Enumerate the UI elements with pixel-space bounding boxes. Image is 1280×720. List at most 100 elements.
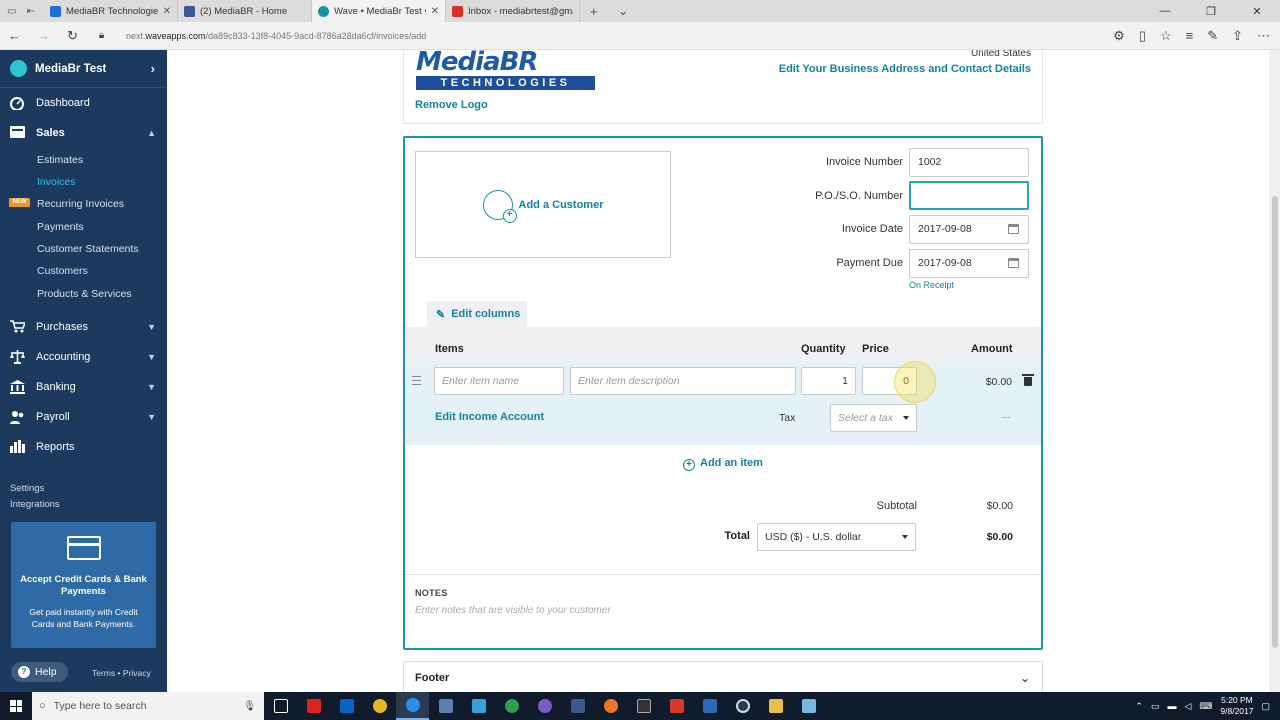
share-icon[interactable]: ⇪	[1232, 28, 1243, 44]
sidebar-item-customers[interactable]: Customers	[37, 265, 88, 277]
task-view-icon[interactable]	[264, 692, 297, 720]
app-icon-3[interactable]	[561, 692, 594, 720]
scale-icon	[10, 350, 27, 364]
invoice-number-field[interactable]: 1002	[909, 148, 1029, 177]
start-button[interactable]	[0, 692, 32, 720]
sidebar-item-customer-statements[interactable]: Customer Statements	[37, 243, 139, 255]
battery-icon[interactable]: ▬	[1167, 701, 1176, 711]
refresh-icon[interactable]: ↻	[58, 28, 87, 44]
chevron-down-icon[interactable]: ⌄	[1020, 671, 1030, 685]
notifications-icon[interactable]: ▢	[1261, 701, 1270, 712]
firefox-icon[interactable]	[594, 692, 627, 720]
column-price: Price	[862, 343, 889, 355]
trash-icon[interactable]	[1022, 374, 1034, 386]
browser-tab-4[interactable]: Inbox - mediabrtest@gmail	[446, 0, 580, 22]
microphone-icon[interactable]: 🎙︎	[243, 701, 256, 712]
viber-icon[interactable]	[528, 692, 561, 720]
browser-tab-2[interactable]: (2) MediaBR - Home	[178, 0, 312, 22]
sidebar-item-purchases[interactable]: Purchases ▼	[0, 312, 167, 342]
scrollbar-thumb[interactable]	[1272, 196, 1278, 648]
integrations-link[interactable]: Integrations	[10, 499, 60, 510]
tab-preview-icon[interactable]: ▭	[7, 6, 16, 17]
browser-tab-3-active[interactable]: Wave • MediaBr Test • In ✕	[312, 0, 446, 22]
tab-list-chevron-icon[interactable]: ⌄	[608, 3, 639, 19]
sidebar-item-dashboard[interactable]: Dashboard	[0, 88, 167, 118]
clock[interactable]: 5:20 PM 9/8/2017	[1220, 695, 1253, 717]
footer-label: Footer	[415, 672, 450, 684]
edit-business-address-link[interactable]: Edit Your Business Address and Contact D…	[779, 63, 1031, 75]
add-item-button[interactable]: + Add an item	[683, 457, 763, 471]
sidebar-item-payments[interactable]: Payments	[37, 221, 84, 233]
payments-promo[interactable]: Accept Credit Cards & Bank Payments Get …	[11, 522, 156, 648]
edit-columns-button[interactable]: ✎ Edit columns	[427, 301, 527, 327]
sidebar-item-sales[interactable]: Sales ▲	[0, 118, 167, 148]
chrome-icon[interactable]	[363, 692, 396, 720]
hub-icon[interactable]: ≡	[1186, 28, 1194, 44]
remote-desktop-icon[interactable]	[693, 692, 726, 720]
sidebar-item-recurring-invoices[interactable]: Recurring Invoices	[37, 198, 124, 210]
new-tab-icon[interactable]: +	[580, 4, 608, 19]
clock-time: 5:20 PM	[1221, 695, 1253, 705]
sidebar-item-invoices[interactable]: Invoices	[37, 176, 76, 188]
hs-app-icon[interactable]	[495, 692, 528, 720]
quantity-input[interactable]: 1	[801, 367, 856, 395]
terminal-icon[interactable]	[627, 692, 660, 720]
keyboard-icon[interactable]: ⌨	[1199, 701, 1212, 712]
app-icon-4[interactable]	[792, 692, 825, 720]
sidebar-item-products-services[interactable]: Products & Services	[37, 288, 132, 300]
help-button[interactable]: ? Help	[11, 662, 68, 682]
po-number-field[interactable]	[909, 181, 1029, 210]
edit-income-account-link[interactable]: Edit Income Account	[435, 411, 544, 423]
download-app-icon[interactable]	[660, 692, 693, 720]
terms-link[interactable]: Terms	[92, 668, 115, 678]
footer-section[interactable]: Footer ⌄	[403, 661, 1043, 692]
tray-chevron-icon[interactable]: ⌃	[1135, 701, 1143, 712]
outlook-icon[interactable]	[330, 692, 363, 720]
web-note-icon[interactable]: ✎	[1207, 28, 1218, 44]
sidebar-item-payroll[interactable]: Payroll ▼	[0, 402, 167, 432]
sidebar-item-banking[interactable]: Banking ▼	[0, 372, 167, 402]
privacy-link[interactable]: Privacy	[123, 668, 151, 678]
dx-app-icon[interactable]	[297, 692, 330, 720]
minimize-icon[interactable]: —	[1142, 5, 1188, 17]
invoice-date-field[interactable]: 2017-09-08	[909, 215, 1029, 244]
item-name-input[interactable]: Enter item name	[434, 367, 564, 395]
reading-view-icon[interactable]: ▯	[1139, 28, 1146, 44]
remove-logo-link[interactable]: Remove Logo	[415, 99, 488, 111]
media-app-icon[interactable]	[726, 692, 759, 720]
restore-icon[interactable]: ❐	[1188, 5, 1234, 18]
notes-input[interactable]: Enter notes that are visible to your cus…	[415, 605, 1015, 616]
line-amount: $0.00	[985, 376, 1012, 388]
calendar-icon[interactable]	[1008, 224, 1019, 234]
extension-icon[interactable]: ⚙	[1113, 28, 1125, 44]
forward-icon[interactable]: →	[29, 28, 58, 43]
settings-link[interactable]: Settings	[10, 483, 44, 494]
taskbar-search[interactable]: ○ Type here to search 🎙︎	[32, 692, 264, 720]
calendar-icon[interactable]	[1008, 258, 1019, 268]
close-window-icon[interactable]: ✕	[1234, 5, 1280, 18]
favorite-star-icon[interactable]: ☆	[1160, 28, 1172, 44]
sidebar-item-reports[interactable]: Reports	[0, 432, 167, 462]
business-switcher[interactable]: MediaBr Test ›	[0, 50, 167, 88]
sidebar-item-accounting[interactable]: Accounting ▼	[0, 342, 167, 372]
url-field[interactable]: next.waveapps.com/da89c833-13f8-4045-9ac…	[126, 31, 1113, 41]
sidebar-item-estimates[interactable]: Estimates	[37, 154, 83, 166]
close-tab-icon[interactable]: ✕	[163, 6, 171, 17]
file-explorer-icon[interactable]	[759, 692, 792, 720]
item-description-input[interactable]: Enter item description	[570, 367, 796, 395]
close-tab-icon[interactable]: ✕	[431, 6, 439, 17]
more-icon[interactable]: ⋯	[1257, 28, 1270, 44]
volume-icon[interactable]: ◁	[1184, 701, 1191, 712]
browser-tab-1[interactable]: MediaBR Technologies – Pro ✕	[44, 0, 178, 22]
set-aside-tabs-icon[interactable]: ⇤	[26, 6, 34, 17]
network-icon[interactable]: ▭	[1151, 701, 1160, 712]
payment-due-field[interactable]: 2017-09-08	[909, 249, 1029, 278]
tax-select[interactable]: Select a tax	[830, 404, 917, 432]
app-icon-1[interactable]	[429, 692, 462, 720]
app-icon-2[interactable]	[462, 692, 495, 720]
drag-handle-icon[interactable]	[412, 376, 421, 385]
currency-select[interactable]: USD ($) - U.S. dollar	[757, 523, 916, 551]
edge-icon[interactable]	[396, 692, 429, 720]
back-icon[interactable]: ←	[0, 28, 29, 43]
add-customer-box[interactable]: Add a Customer	[415, 151, 671, 258]
